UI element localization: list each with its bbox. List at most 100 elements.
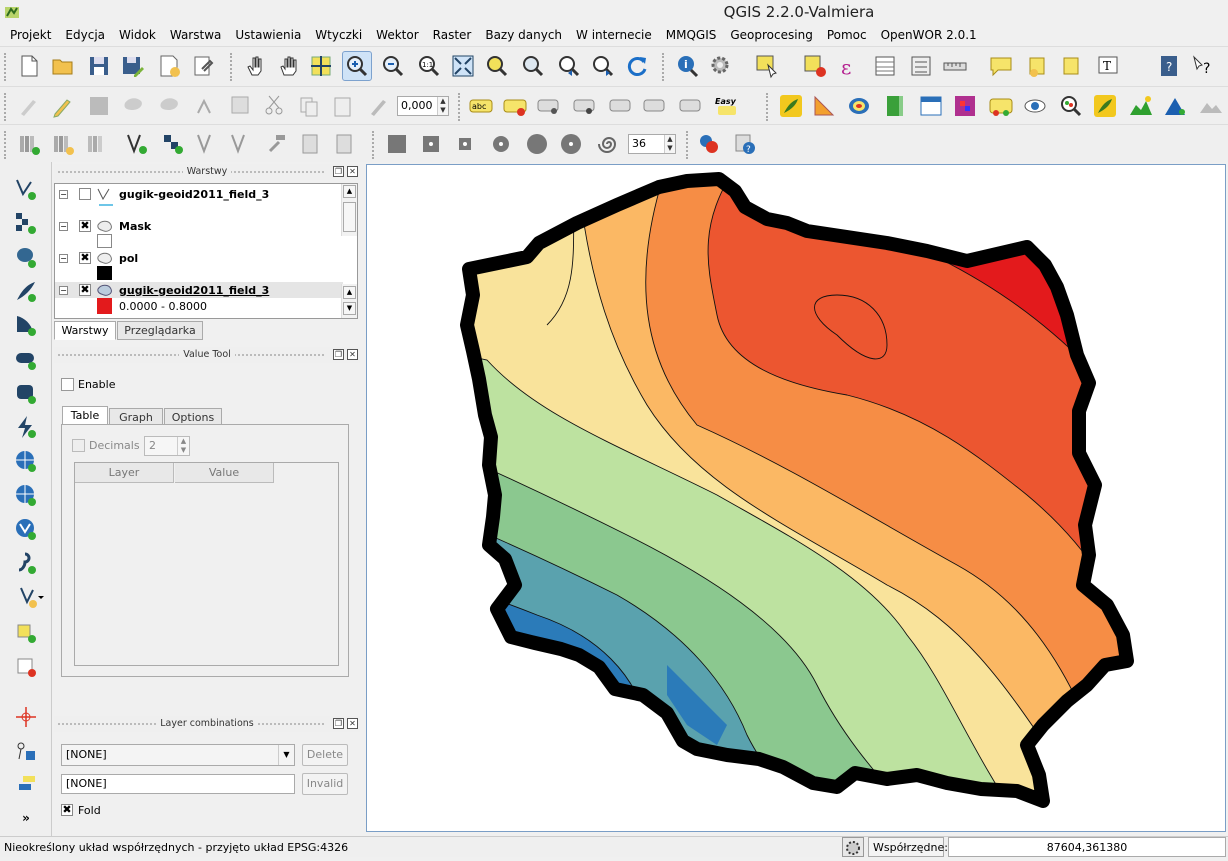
spiral-button[interactable] <box>594 129 624 159</box>
plugin-manager-button[interactable] <box>694 129 724 159</box>
attribute-table-button[interactable] <box>870 51 900 81</box>
add-wfs-layer-button[interactable] <box>10 514 42 544</box>
scroll-down-icon[interactable]: ▼ <box>343 302 356 315</box>
save-as-button[interactable] <box>118 51 148 81</box>
new-spatialite-button[interactable] <box>158 129 188 159</box>
measure-button[interactable] <box>940 51 970 81</box>
layer-item-selected[interactable]: − ✖ gugik-geoid2011_field_3 <box>55 282 343 298</box>
menu-mmqgis[interactable]: MMQGIS <box>659 25 724 45</box>
new-layer-dropdown-button[interactable] <box>10 582 52 612</box>
toolbar-grip[interactable] <box>372 131 376 159</box>
table-manager-button[interactable] <box>916 91 946 121</box>
whats-this-button[interactable]: ? <box>1188 51 1218 81</box>
zoom-out-button[interactable] <box>378 51 408 81</box>
circle-center-button[interactable] <box>556 129 586 159</box>
coords-value-field[interactable]: 87604,361380 <box>948 837 1226 857</box>
scroll-thumb[interactable] <box>343 202 356 232</box>
scroll-up-icon[interactable]: ▲ <box>343 286 356 299</box>
add-wcs-button[interactable] <box>10 480 42 510</box>
combination-select[interactable]: [NONE] ▼ <box>61 744 295 766</box>
node-tool-button[interactable] <box>190 91 220 121</box>
rotation-spinbox[interactable]: 36 ▲ ▼ <box>628 134 676 154</box>
float-icon[interactable]: ❐ <box>333 718 344 729</box>
add-delimited-text-button[interactable] <box>10 412 42 442</box>
map-tips-button[interactable] <box>986 51 1016 81</box>
zoom-to-layer-button[interactable] <box>518 51 548 81</box>
grass-region-button[interactable] <box>1090 91 1120 121</box>
menu-projekt[interactable]: Projekt <box>3 25 58 45</box>
map-canvas[interactable] <box>366 164 1226 832</box>
menu-raster[interactable]: Raster <box>426 25 479 45</box>
menu-warstwa[interactable]: Warstwa <box>163 25 229 45</box>
open-project-button[interactable] <box>48 51 78 81</box>
show-bookmarks-button[interactable] <box>1056 51 1086 81</box>
zoom-full-button[interactable] <box>448 51 478 81</box>
crosshair-tool-button[interactable] <box>10 702 42 732</box>
zoom-next-button[interactable] <box>588 51 618 81</box>
zoom-last-button[interactable] <box>554 51 584 81</box>
pan-to-selection-button[interactable] <box>306 51 336 81</box>
toolbar-grip[interactable] <box>4 93 8 121</box>
deselect-button[interactable] <box>800 51 830 81</box>
select-by-expression-button[interactable]: ε <box>834 51 864 81</box>
show-hide-labels-button[interactable] <box>570 91 600 121</box>
edit-tools-button[interactable] <box>296 129 326 159</box>
layer-visibility-checkbox[interactable]: ✖ <box>79 284 91 296</box>
add-db2-button[interactable] <box>10 378 42 408</box>
zoom-to-selection-button[interactable] <box>482 51 512 81</box>
chevron-down-icon[interactable]: ▼ <box>278 745 294 765</box>
combination-name-input[interactable]: [NONE] <box>61 774 295 794</box>
rotate-label-tool-button[interactable] <box>640 91 670 121</box>
decimals-spinbox[interactable]: 2 ▲ ▼ <box>144 436 190 456</box>
layer-item[interactable]: − ✖ Mask <box>55 218 343 234</box>
field-calculator-button[interactable] <box>906 51 936 81</box>
float-icon[interactable]: ❐ <box>333 349 344 360</box>
close-icon[interactable]: ✕ <box>347 718 358 729</box>
offset-point-button[interactable] <box>10 768 42 798</box>
close-icon[interactable]: ✕ <box>347 166 358 177</box>
layers-scrollbar-bottom[interactable]: ▲ ▼ <box>341 284 357 318</box>
toolbar-grip[interactable] <box>766 93 770 121</box>
collapse-icon[interactable]: − <box>59 221 68 231</box>
add-raster-layer-button[interactable] <box>48 129 78 159</box>
label-tools-button[interactable] <box>986 91 1016 121</box>
enable-checkbox[interactable] <box>61 378 74 391</box>
remove-tools-button[interactable] <box>330 129 360 159</box>
toolbar-grip[interactable] <box>4 131 8 159</box>
square-marker-button[interactable] <box>382 129 412 159</box>
help-contents-button[interactable]: ? <box>1154 51 1184 81</box>
pin-labels-button[interactable] <box>534 91 564 121</box>
toolbar-expand-button[interactable]: » <box>10 808 42 828</box>
pan-map-button[interactable] <box>274 51 304 81</box>
toolbar-grip[interactable] <box>662 53 666 81</box>
delete-button[interactable]: Delete <box>302 744 348 766</box>
raster-terrain-button[interactable] <box>880 91 910 121</box>
layer-item[interactable]: − ✖ pol <box>55 250 343 266</box>
text-annotation-button[interactable]: T <box>1094 51 1124 81</box>
zoom-in-button[interactable] <box>342 51 372 81</box>
identify-button[interactable]: i <box>672 51 702 81</box>
toolbar-grip[interactable] <box>230 53 234 81</box>
move-label-button[interactable] <box>606 91 636 121</box>
composer-manager-button[interactable] <box>188 51 218 81</box>
add-layer-group-button[interactable] <box>82 129 112 159</box>
column-header-layer[interactable]: Layer <box>75 463 174 483</box>
delete-selected-button[interactable] <box>226 91 256 121</box>
run-action-button[interactable] <box>706 51 736 81</box>
paste-features-button[interactable] <box>328 91 358 121</box>
menu-widok[interactable]: Widok <box>112 25 163 45</box>
change-label-button[interactable] <box>676 91 706 121</box>
spin-arrows-icon[interactable]: ▲ ▼ <box>437 97 448 115</box>
fold-checkbox[interactable]: ✖ <box>61 804 73 816</box>
layers-scrollbar-top[interactable]: ▲ <box>341 184 357 236</box>
current-edits-button[interactable] <box>14 91 44 121</box>
move-feature-button[interactable] <box>156 91 186 121</box>
touch-zoom-button[interactable] <box>240 51 270 81</box>
layer-visibility-checkbox[interactable]: ✖ <box>79 220 91 232</box>
rotate-label-button[interactable] <box>364 91 394 121</box>
add-spatialite-button[interactable] <box>10 276 42 306</box>
add-vrt-button[interactable] <box>10 618 42 648</box>
new-project-button[interactable] <box>14 51 44 81</box>
collapse-icon[interactable]: − <box>59 285 68 295</box>
menu-w-internecie[interactable]: W internecie <box>569 25 659 45</box>
